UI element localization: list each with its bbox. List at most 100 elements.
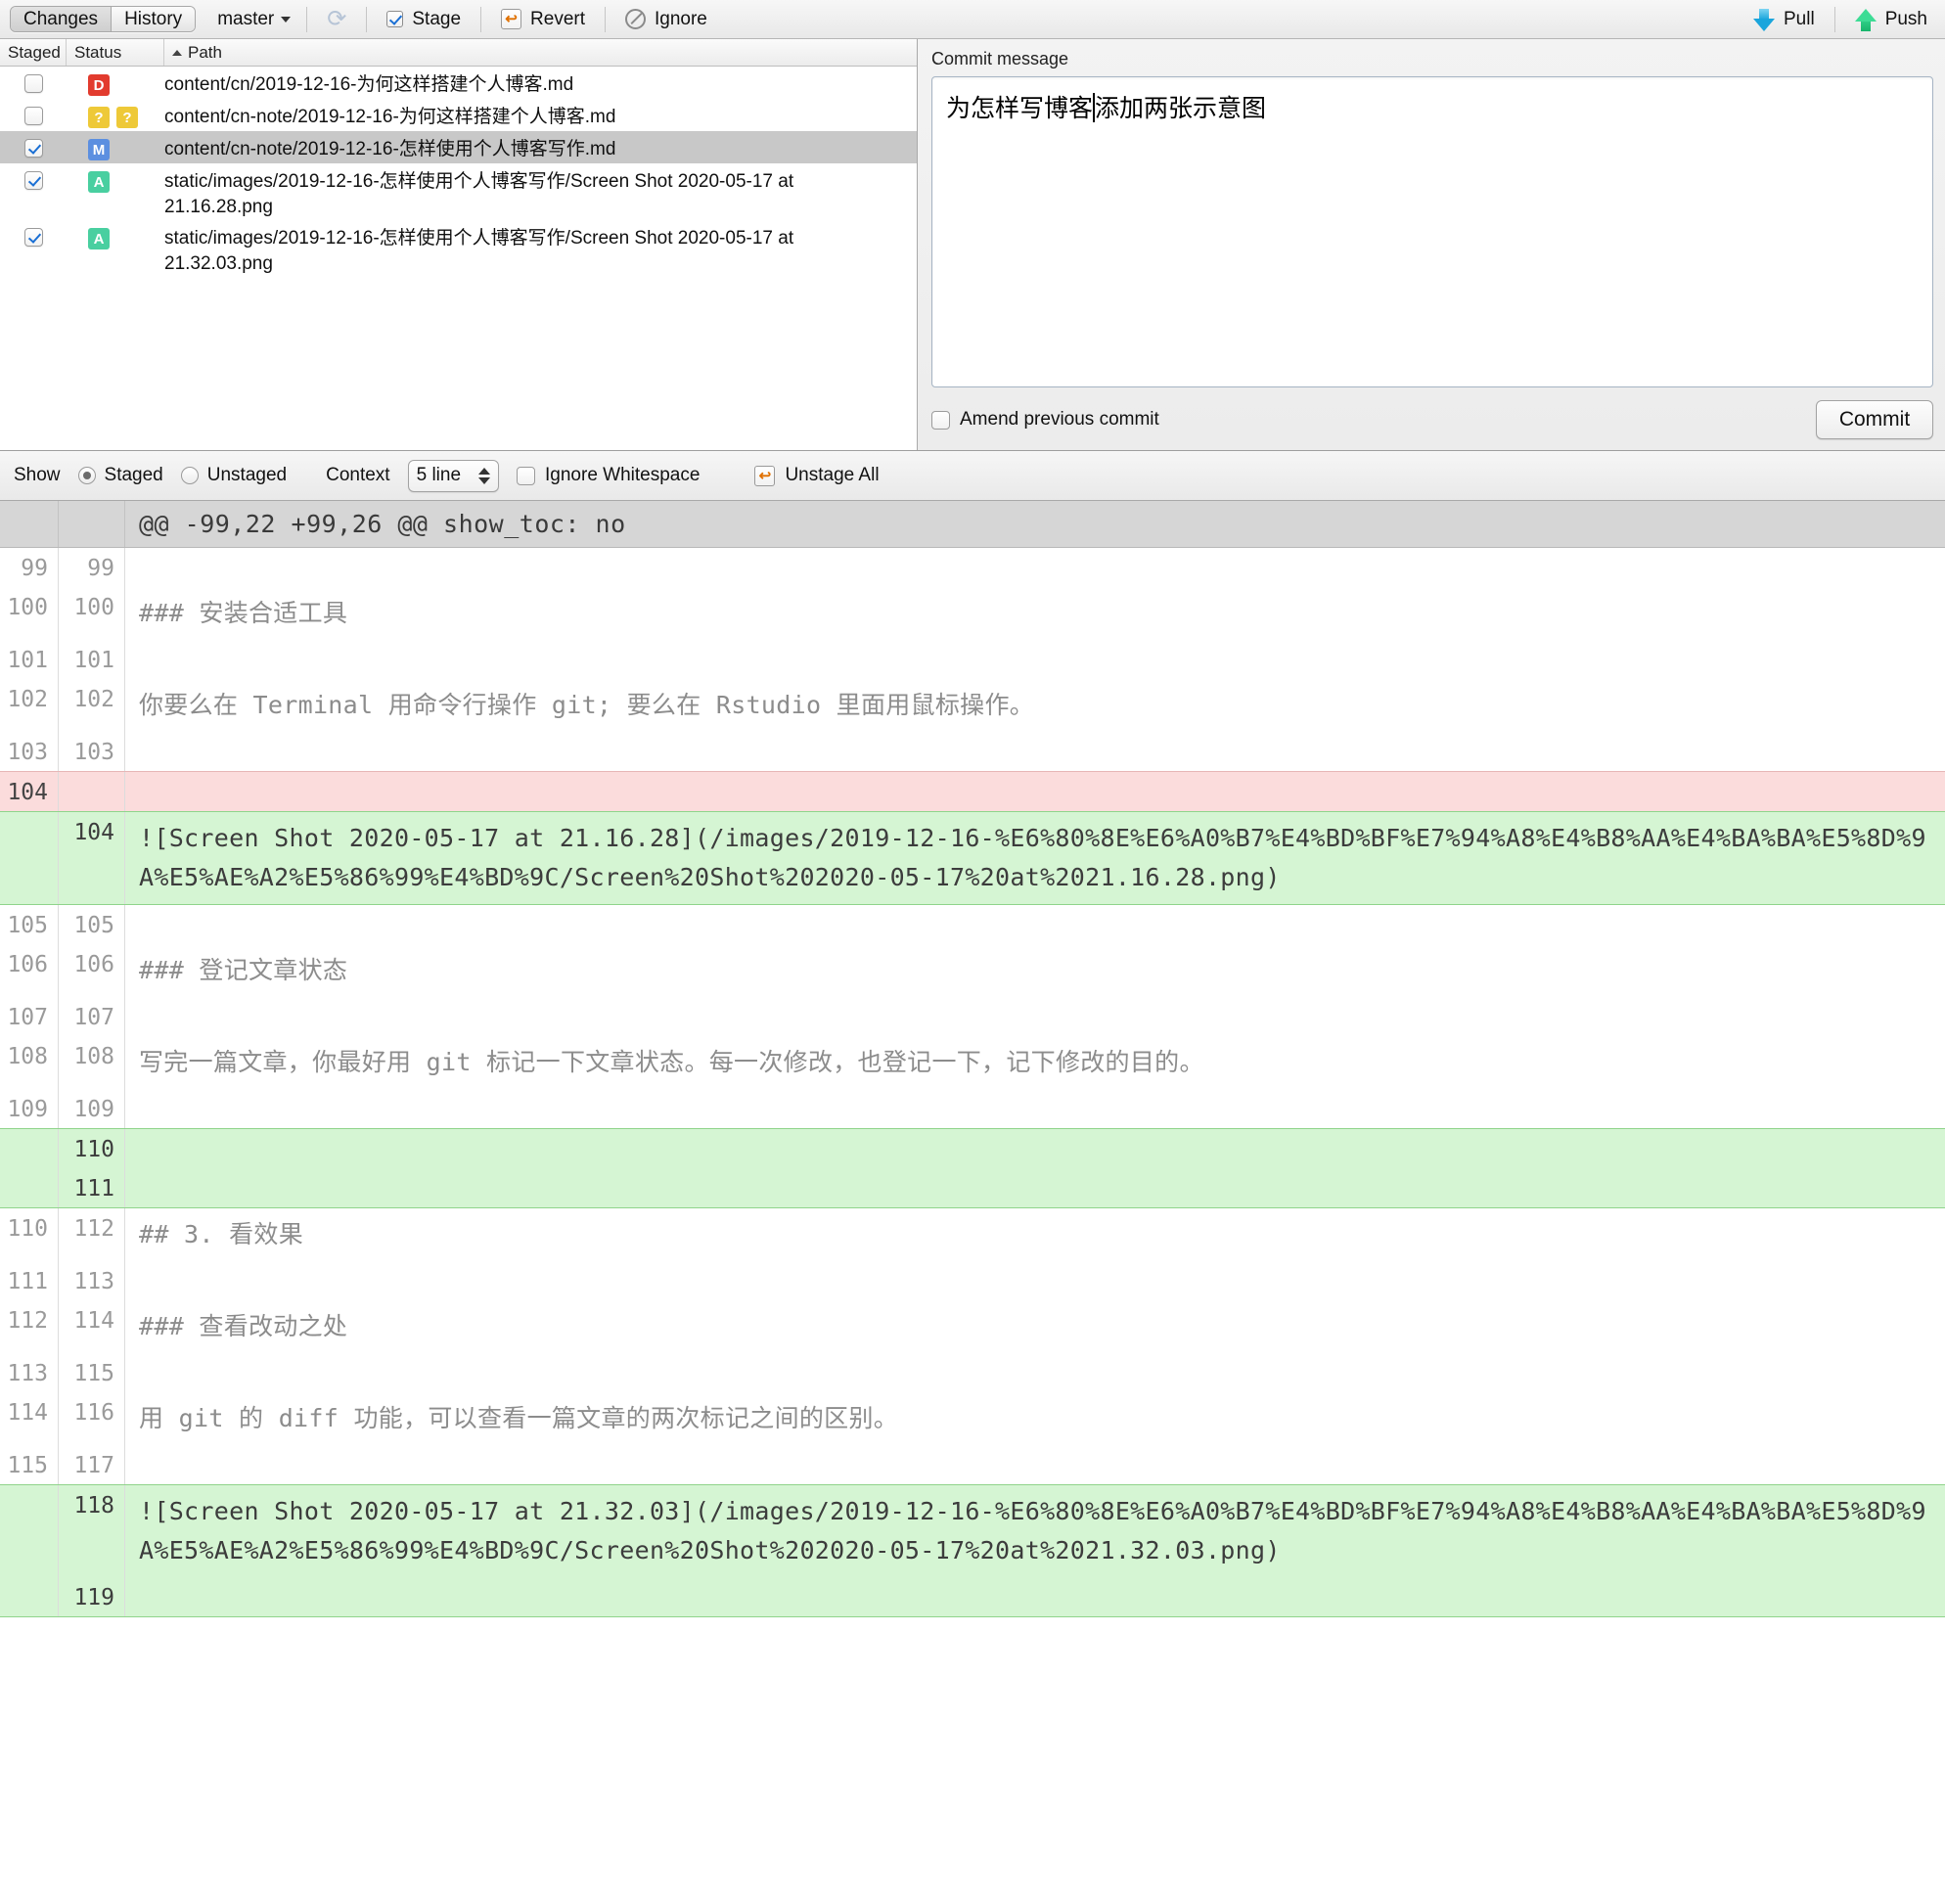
revert-button[interactable]: ↩ Revert xyxy=(497,9,589,30)
radio-button-icon xyxy=(77,467,96,484)
line-number-old: 107 xyxy=(0,997,59,1036)
diff-line[interactable]: 104 xyxy=(0,771,1945,811)
view-mode-segmented-control[interactable]: Changes History xyxy=(10,6,197,32)
context-stepper[interactable]: 5 line xyxy=(407,459,500,492)
line-number-old: 101 xyxy=(0,640,59,679)
branch-selector[interactable]: master xyxy=(217,9,292,30)
stage-checkbox[interactable] xyxy=(23,74,43,93)
unstage-all-button[interactable]: ↩ Unstage All xyxy=(754,465,880,486)
hunk-gutter-new xyxy=(59,501,125,547)
table-row[interactable]: Astatic/images/2019-12-16-怎样使用个人博客写作/Scr… xyxy=(0,220,917,277)
diff-line[interactable]: 118 ![Screen Shot 2020-05-17 at 21.32.03]… xyxy=(0,1484,1945,1577)
line-number-old: 100 xyxy=(0,587,59,640)
staged-cell xyxy=(0,72,67,93)
column-header-path[interactable]: Path xyxy=(164,39,917,66)
file-path-label: content/cn/2019-12-16-为何这样搭建个人博客.md xyxy=(164,74,574,95)
line-number-old xyxy=(0,1485,59,1577)
diff-line[interactable]: 119 xyxy=(0,1577,1945,1617)
radio-button-icon xyxy=(180,467,199,484)
column-header-status[interactable]: Status xyxy=(67,39,164,66)
refresh-button[interactable]: ⟳ xyxy=(323,5,350,32)
diff-line-text xyxy=(125,1261,1945,1300)
table-row[interactable]: Astatic/images/2019-12-16-怎样使用个人博客写作/Scr… xyxy=(0,163,917,220)
tab-changes[interactable]: Changes xyxy=(11,7,113,31)
line-number-new: 112 xyxy=(59,1208,125,1261)
commit-panel: Commit message 为怎样写博客添加两张示意图 Amend previ… xyxy=(918,39,1945,450)
line-number-old xyxy=(0,812,59,904)
chevron-down-icon xyxy=(281,16,292,23)
stage-checkbox[interactable] xyxy=(23,139,43,158)
diff-line[interactable]: 111 113 xyxy=(0,1261,1945,1300)
commit-button[interactable]: Commit xyxy=(1816,400,1933,439)
status-cell: A xyxy=(67,226,164,249)
stage-checkbox[interactable] xyxy=(23,228,43,247)
file-path-label: static/images/2019-12-16-怎样使用个人博客写作/Scre… xyxy=(164,228,794,274)
commit-message-text-before-caret: 为怎样写博客 xyxy=(946,95,1094,122)
diff-line-text xyxy=(125,997,1945,1036)
ignore-whitespace-checkbox[interactable]: Ignore Whitespace xyxy=(517,465,700,486)
diff-line[interactable]: 113 115 xyxy=(0,1353,1945,1392)
diff-line[interactable]: 106 106 ### 登记文章状态 xyxy=(0,944,1945,997)
ignore-button[interactable]: Ignore xyxy=(621,9,711,30)
stepper-arrows-icon[interactable] xyxy=(478,467,491,484)
line-number-old: 109 xyxy=(0,1089,59,1128)
diff-line[interactable]: 105 105 xyxy=(0,905,1945,944)
diff-line-text: ![Screen Shot 2020-05-17 at 21.32.03](/i… xyxy=(139,1497,1926,1564)
diff-line[interactable]: 115 117 xyxy=(0,1445,1945,1484)
diff-line[interactable]: 108 108 写完一篇文章，你最好用 git 标记一下文章状态。每一次修改，也登记… xyxy=(0,1036,1945,1089)
line-number-old: 99 xyxy=(0,548,59,587)
line-number-old: 114 xyxy=(0,1392,59,1445)
tab-history[interactable]: History xyxy=(112,7,196,31)
stage-checkbox[interactable] xyxy=(23,171,43,190)
diff-line[interactable]: 111 xyxy=(0,1168,1945,1208)
stage-checkbox[interactable] xyxy=(23,107,43,125)
refresh-icon: ⟳ xyxy=(327,5,347,32)
pull-button[interactable]: Pull xyxy=(1749,8,1819,31)
diff-line[interactable]: 99 99 xyxy=(0,548,1945,587)
radio-unstaged[interactable]: Unstaged xyxy=(180,465,287,486)
radio-staged[interactable]: Staged xyxy=(77,465,163,486)
diff-line[interactable]: 102 102 你要么在 Terminal 用命令行操作 git; 要么在 Rstu… xyxy=(0,679,1945,732)
context-value: 5 line xyxy=(416,465,462,485)
diff-line[interactable]: 110 xyxy=(0,1128,1945,1168)
staged-cell xyxy=(0,137,67,158)
line-number-new: 104 xyxy=(59,812,125,904)
stage-button[interactable]: Stage xyxy=(383,9,465,30)
amend-label: Amend previous commit xyxy=(960,409,1159,430)
amend-previous-commit-checkbox[interactable]: Amend previous commit xyxy=(931,409,1159,431)
table-row[interactable]: ?? content/cn-note/2019-12-16-为何这样搭建个人博客.… xyxy=(0,99,917,131)
diff-line[interactable]: 114 116 用 git 的 diff 功能，可以查看一篇文章的两次标记之间的区别… xyxy=(0,1392,1945,1445)
diff-line[interactable]: 103 103 xyxy=(0,732,1945,771)
diff-view[interactable]: @@ -99,22 +99,26 @@ show_toc: no 99 99 100… xyxy=(0,501,1945,1904)
line-number-new: 99 xyxy=(59,548,125,587)
line-number-old: 113 xyxy=(0,1353,59,1392)
diff-line-text xyxy=(125,1089,1945,1128)
diff-line[interactable]: 104 ![Screen Shot 2020-05-17 at 21.16.28]… xyxy=(0,811,1945,905)
column-header-staged[interactable]: Staged xyxy=(0,39,67,66)
toolbar-divider xyxy=(366,6,368,32)
diff-line[interactable]: 109 109 xyxy=(0,1089,1945,1128)
diff-options-bar: Show Staged Unstaged Context 5 line Igno… xyxy=(0,450,1945,501)
line-number-new: 107 xyxy=(59,997,125,1036)
line-number-old: 111 xyxy=(0,1261,59,1300)
table-row[interactable]: Mcontent/cn-note/2019-12-16-怎样使用个人博客写作.m… xyxy=(0,131,917,163)
push-button[interactable]: Push xyxy=(1851,8,1931,31)
diff-line-text xyxy=(125,1129,1945,1168)
line-number-old: 104 xyxy=(0,772,59,811)
status-badge: ? xyxy=(116,107,138,128)
line-number-new: 118 xyxy=(59,1485,125,1577)
commit-message-input[interactable]: 为怎样写博客添加两张示意图 xyxy=(931,76,1933,387)
column-label-status: Status xyxy=(74,42,122,62)
diff-line[interactable]: 110 112 ## 3. 看效果 xyxy=(0,1208,1945,1261)
line-number-old xyxy=(0,1577,59,1616)
diff-line[interactable]: 112 114 ### 查看改动之处 xyxy=(0,1300,1945,1353)
line-number-new: 113 xyxy=(59,1261,125,1300)
diff-line-text: 用 git 的 diff 功能，可以查看一篇文章的两次标记之间的区别。 xyxy=(139,1404,899,1432)
line-number-new: 117 xyxy=(59,1445,125,1484)
checkmark-icon xyxy=(386,11,404,27)
diff-line[interactable]: 107 107 xyxy=(0,997,1945,1036)
diff-line[interactable]: 101 101 xyxy=(0,640,1945,679)
line-number-old: 115 xyxy=(0,1445,59,1484)
diff-line[interactable]: 100 100 ### 安装合适工具 xyxy=(0,587,1945,640)
table-row[interactable]: Dcontent/cn/2019-12-16-为何这样搭建个人博客.md xyxy=(0,67,917,99)
